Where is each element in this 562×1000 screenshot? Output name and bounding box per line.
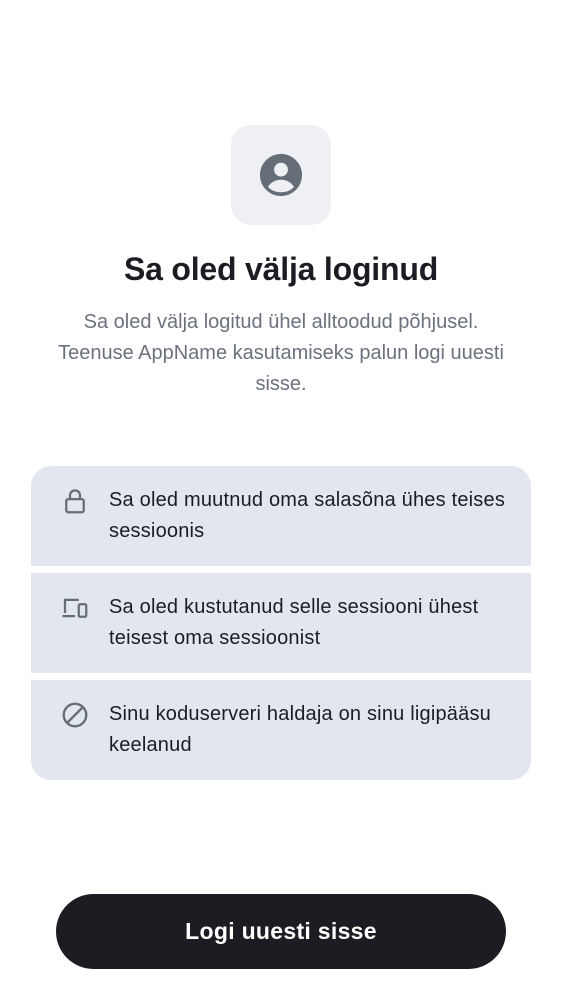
signed-out-screen: Sa oled välja loginud Sa oled välja logi… — [0, 0, 562, 1000]
user-avatar-icon — [259, 153, 303, 197]
reason-item-session-deleted: Sa oled kustutanud selle sessiooni ühest… — [31, 573, 531, 673]
reason-text: Sinu koduserveri haldaja on sinu ligipää… — [109, 703, 491, 756]
reasons-list: Sa oled muutnud oma salasõna ühes teises… — [31, 466, 531, 780]
blocked-icon — [59, 699, 91, 731]
page-subtitle: Sa oled välja logitud ühel alltoodud põh… — [58, 311, 504, 395]
reason-text: Sa oled muutnud oma salasõna ühes teises… — [109, 489, 506, 542]
hero-icon-tile — [231, 125, 331, 225]
page-title: Sa oled välja loginud — [123, 251, 439, 287]
reason-text: Sa oled kustutanud selle sessiooni ühest… — [109, 596, 479, 649]
sign-in-again-button[interactable]: Logi uuesti sisse — [56, 894, 506, 969]
reason-item-access-blocked: Sinu koduserveri haldaja on sinu ligipää… — [31, 680, 531, 780]
reason-item-password-changed: Sa oled muutnud oma salasõna ühes teises… — [31, 466, 531, 566]
devices-icon — [59, 592, 91, 624]
lock-icon — [59, 485, 91, 517]
